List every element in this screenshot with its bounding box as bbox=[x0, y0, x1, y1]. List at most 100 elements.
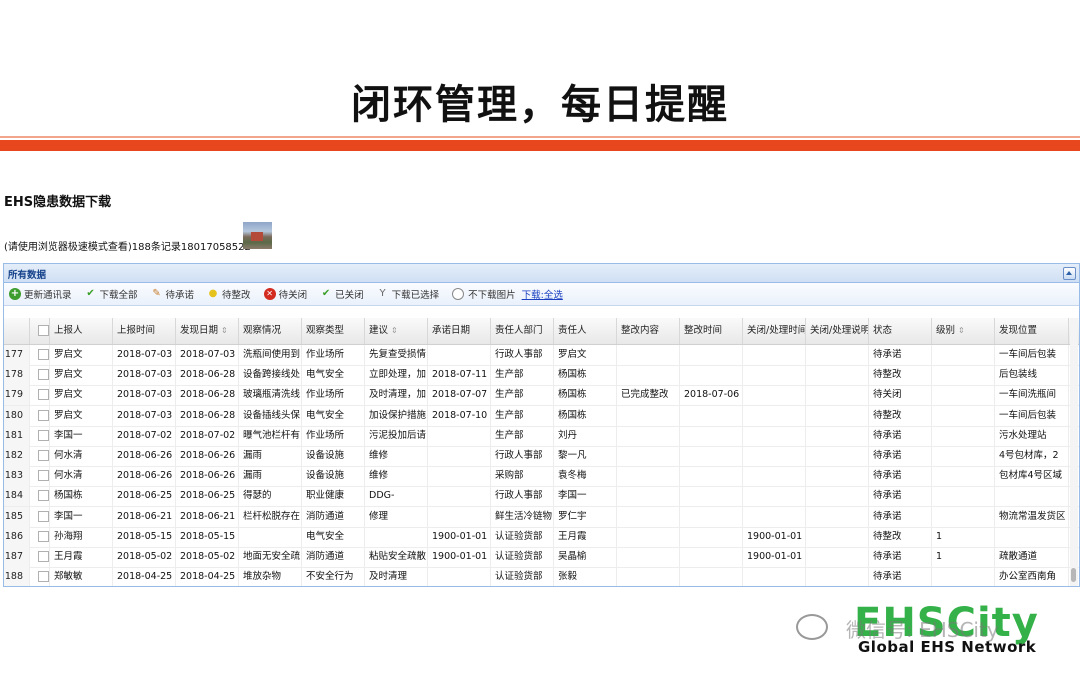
row-checkbox-cell[interactable] bbox=[30, 567, 50, 586]
table-cell: 罗启文 bbox=[50, 345, 113, 365]
column-header[interactable]: 发现位置 bbox=[995, 318, 1069, 344]
table-cell: 污泥投加后请 bbox=[365, 425, 428, 446]
collapse-icon[interactable] bbox=[1063, 267, 1076, 280]
checkbox-icon[interactable] bbox=[38, 571, 49, 583]
qr-thumbnail-image[interactable] bbox=[243, 222, 272, 249]
checkbox-icon[interactable] bbox=[38, 349, 49, 360]
column-header[interactable]: 建议 bbox=[365, 318, 428, 344]
row-checkbox-cell[interactable] bbox=[30, 466, 50, 487]
table-cell bbox=[743, 506, 806, 527]
checkbox-icon[interactable] bbox=[38, 470, 49, 482]
table-row[interactable]: 183 何水清 2018-06-26 2018-06-26 漏雨 设备设施 维修 采购部 袁冬梅… bbox=[4, 466, 1079, 488]
table-cell: 电气安全 bbox=[302, 526, 365, 547]
row-number: 177 bbox=[4, 345, 30, 365]
table-row[interactable]: 182 何水清 2018-06-26 2018-06-26 漏雨 设备设施 维修 行政人事部黎… bbox=[4, 446, 1079, 467]
table-cell: 待承诺 bbox=[869, 446, 932, 466]
update-contacts-button[interactable]: + 更新通讯录 bbox=[9, 287, 72, 301]
row-checkbox-cell[interactable] bbox=[30, 425, 50, 446]
table-row[interactable]: 181 李国一 2018-07-02 2018-07-02 曝气池栏杆有 作业场所 污泥投加… bbox=[4, 425, 1079, 447]
row-checkbox-cell[interactable] bbox=[30, 486, 50, 507]
column-header[interactable]: 整改时间 bbox=[680, 318, 743, 344]
column-header[interactable]: 状态 bbox=[869, 318, 932, 344]
table-cell: 1 bbox=[932, 526, 995, 547]
column-header[interactable]: 关闭/处理说明 bbox=[806, 318, 869, 344]
table-row[interactable]: 178 罗启文 2018-07-03 2018-06-28 设备跨接线处 电气安全 立即处理… bbox=[4, 365, 1079, 387]
checkbox-icon[interactable] bbox=[38, 429, 49, 441]
column-header[interactable]: 整改内容 bbox=[617, 318, 680, 344]
table-row[interactable]: 187 王月霞 2018-05-02 2018-05-02 地面无安全疏 消防通道 粘贴安全… bbox=[4, 547, 1079, 568]
table-cell: 1 bbox=[932, 547, 995, 567]
row-checkbox-cell[interactable] bbox=[30, 446, 50, 466]
table-cell: 刘丹 bbox=[554, 425, 617, 446]
checkbox-icon[interactable] bbox=[38, 551, 49, 562]
table-cell bbox=[428, 446, 491, 466]
download-all-button[interactable]: ✔ 下载全部 bbox=[85, 287, 137, 301]
no-images-option[interactable]: 不下载图片 bbox=[452, 287, 516, 301]
closed-label: 已关闭 bbox=[335, 290, 364, 301]
table-row[interactable]: 184 杨国栋 2018-06-25 2018-06-25 得瑟的 职业健康 DDG- 行政人… bbox=[4, 486, 1079, 508]
pending-commit-button[interactable]: ✎ 待承诺 bbox=[151, 287, 194, 301]
column-header[interactable]: 上报人 bbox=[50, 318, 113, 344]
table-cell: 2018-06-28 bbox=[176, 405, 239, 426]
table-cell: 行政人事部 bbox=[491, 486, 554, 507]
table-cell: 2018-06-28 bbox=[176, 365, 239, 386]
row-checkbox-cell[interactable] bbox=[30, 385, 50, 406]
checkbox-icon[interactable] bbox=[38, 510, 49, 522]
closed-button[interactable]: ✔ 已关闭 bbox=[320, 287, 364, 301]
column-header[interactable]: 级别 bbox=[932, 318, 995, 344]
table-row[interactable]: 180 罗启文 2018-07-03 2018-06-28 设备插线头保 电气安全 加设保护… bbox=[4, 405, 1079, 427]
table-cell: 采购部 bbox=[491, 466, 554, 487]
select-all-checkbox[interactable] bbox=[30, 318, 50, 344]
checkbox-icon[interactable] bbox=[38, 389, 49, 401]
table-row[interactable]: 186 孙海翔 2018-05-15 2018-05-15 电气安全 1900-01-01… bbox=[4, 526, 1079, 548]
table-cell: 2018-05-15 bbox=[113, 526, 176, 547]
table-cell: 及时清理 bbox=[365, 567, 428, 586]
vertical-scrollbar[interactable] bbox=[1070, 318, 1078, 586]
checkbox-icon[interactable] bbox=[38, 409, 49, 421]
checkbox-icon[interactable] bbox=[38, 530, 49, 542]
checkbox-icon[interactable] bbox=[38, 325, 49, 336]
column-header[interactable]: 责任人部门 bbox=[491, 318, 554, 344]
table-cell: 待承诺 bbox=[869, 466, 932, 487]
table-row[interactable]: 177 罗启文 2018-07-03 2018-07-03 洗瓶间使用到 作业场所 先复查受… bbox=[4, 345, 1079, 366]
column-header[interactable]: 发现日期 bbox=[176, 318, 239, 344]
table-cell: 2018-07-03 bbox=[113, 365, 176, 386]
panel-title: 所有数据 bbox=[8, 270, 47, 281]
column-header[interactable]: 观察情况 bbox=[239, 318, 302, 344]
no-images-radio[interactable] bbox=[452, 288, 465, 300]
table-cell: 职业健康 bbox=[302, 486, 365, 507]
table-row[interactable]: 179 罗启文 2018-07-03 2018-06-28 玻璃瓶清洗线 作业场所 及时清理… bbox=[4, 385, 1079, 407]
checkbox-icon[interactable] bbox=[38, 490, 49, 502]
table-cell: 罗启文 bbox=[50, 385, 113, 406]
row-checkbox-cell[interactable] bbox=[30, 506, 50, 527]
column-header[interactable]: 上报时间 bbox=[113, 318, 176, 344]
row-checkbox-cell[interactable] bbox=[30, 345, 50, 365]
column-header[interactable]: 承诺日期 bbox=[428, 318, 491, 344]
download-selected-button[interactable]: Y 下载已选择 bbox=[377, 287, 440, 301]
scrollbar-thumb[interactable] bbox=[1071, 568, 1076, 582]
download-select-all-link[interactable]: 下载:全选 bbox=[522, 287, 563, 301]
column-header[interactable]: 关闭/处理时间 bbox=[743, 318, 806, 344]
row-checkbox-cell[interactable] bbox=[30, 526, 50, 547]
table-cell bbox=[680, 526, 743, 547]
column-header[interactable]: 责任人 bbox=[554, 318, 617, 344]
table-cell: 电气安全 bbox=[302, 365, 365, 386]
table-cell: 2018-05-02 bbox=[113, 547, 176, 567]
row-checkbox-cell[interactable] bbox=[30, 547, 50, 567]
checkbox-icon[interactable] bbox=[38, 369, 49, 381]
table-row[interactable]: 188 郑敏敏 2018-04-25 2018-04-25 堆放杂物 不安全行为 及时清理认… bbox=[4, 567, 1079, 586]
table-row[interactable]: 185 李国一 2018-06-21 2018-06-21 栏杆松脱存在 消防通道 修理 鲜生… bbox=[4, 506, 1079, 528]
table-cell: 办公室西南角 bbox=[995, 567, 1069, 586]
table-cell: 漏雨 bbox=[239, 466, 302, 487]
pending-close-button[interactable]: ✕ 待关闭 bbox=[263, 287, 307, 301]
table-cell: 得瑟的 bbox=[239, 486, 302, 507]
row-checkbox-cell[interactable] bbox=[30, 365, 50, 386]
table-cell: DDG- bbox=[365, 486, 428, 507]
checkbox-icon[interactable] bbox=[38, 450, 49, 461]
column-header[interactable]: 观察类型 bbox=[302, 318, 365, 344]
row-checkbox-cell[interactable] bbox=[30, 405, 50, 426]
table-cell: 消防通道 bbox=[302, 547, 365, 567]
table-cell: 何水清 bbox=[50, 466, 113, 487]
pending-fix-button[interactable]: ● 待整改 bbox=[207, 287, 251, 301]
table-cell: 袁冬梅 bbox=[554, 466, 617, 487]
